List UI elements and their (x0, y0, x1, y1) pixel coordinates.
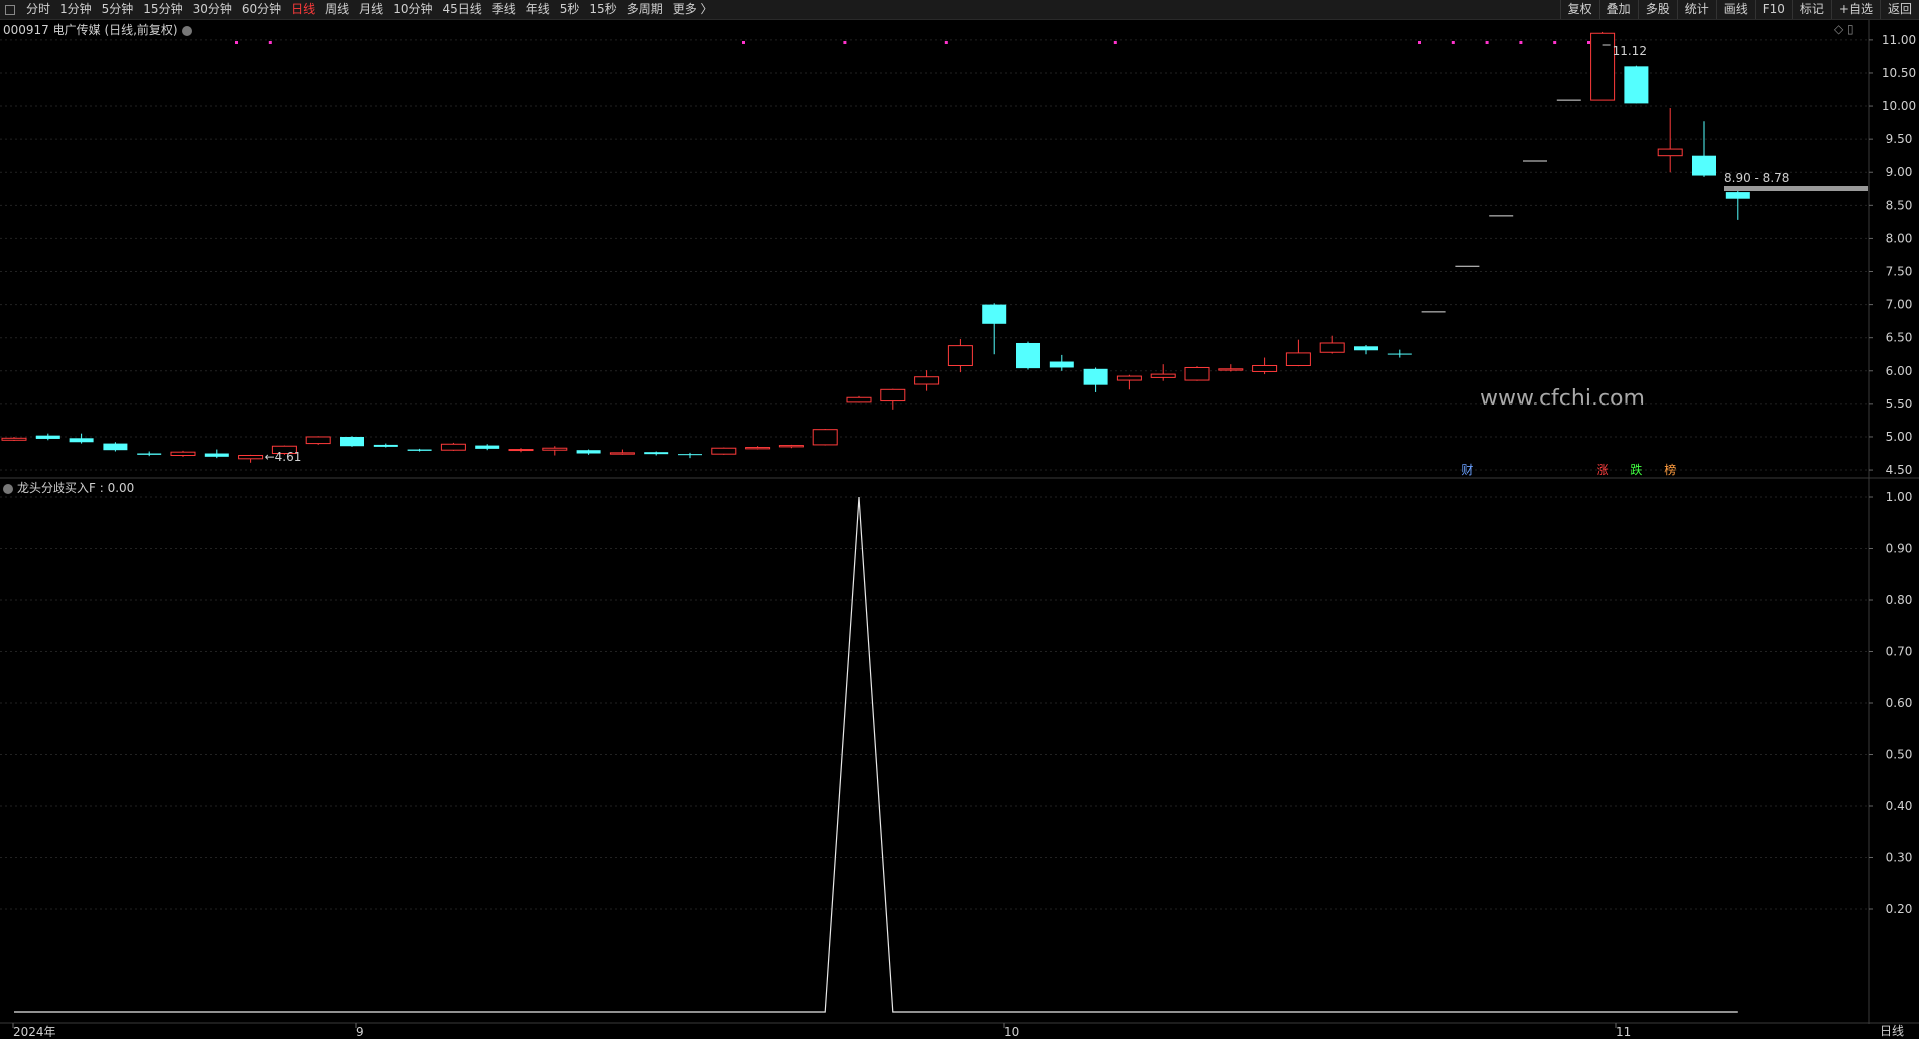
y-tick-label: 0.80 (1886, 593, 1913, 607)
x-tick-label: 9 (356, 1025, 364, 1037)
candle-body (508, 449, 534, 452)
candle-body (69, 438, 94, 443)
candle-body (1354, 346, 1378, 351)
y-tick-label: 10.00 (1882, 99, 1916, 113)
x-tick-label: 10 (1004, 1025, 1019, 1037)
candle-body (1590, 32, 1616, 101)
y-tick-label: 1.00 (1886, 490, 1913, 504)
signal-dot (1519, 41, 1523, 44)
candle-body (1, 437, 27, 441)
price-range-band (1724, 186, 1868, 191)
candle-body (1150, 373, 1176, 378)
x-tick-label: 2024年 (13, 1025, 56, 1037)
signal-dot (1113, 41, 1117, 44)
candle-body (137, 453, 162, 455)
candle-body (644, 452, 669, 455)
chart-canvas[interactable]: 11.12 ←4.61 8.90 - 8.78 财 涨 跌 榜 11.00 10.50 10.0… (0, 0, 1919, 1037)
candle-body (373, 444, 398, 447)
y-tick-label: 10.50 (1882, 66, 1916, 80)
y-tick-label: 7.00 (1886, 298, 1913, 312)
signal-dot (1553, 41, 1557, 44)
candle-body (238, 454, 264, 460)
signal-dot (268, 41, 272, 44)
signal-dot (1485, 41, 1489, 44)
signal-dot (843, 41, 847, 44)
candle-body (1285, 352, 1311, 366)
y-tick-label: 0.60 (1886, 696, 1913, 710)
candle-body (609, 452, 635, 455)
candle-body (947, 345, 973, 366)
candle-body (305, 436, 331, 445)
signal-dot (1451, 41, 1455, 44)
candle-body (711, 447, 737, 455)
candle-body (1016, 342, 1040, 369)
candle-body (1252, 364, 1278, 372)
candle-body (1725, 192, 1750, 199)
y-tick-label: 6.00 (1886, 364, 1913, 378)
candle-body (1184, 366, 1210, 381)
signal-dot (1418, 41, 1421, 44)
candle-body (678, 454, 702, 456)
candle-body (475, 445, 500, 449)
y-tick-label: 11.00 (1882, 33, 1916, 47)
y-tick-label: 8.50 (1886, 198, 1913, 212)
candle-body (1218, 368, 1244, 371)
candle-body (542, 447, 568, 451)
candle-body (440, 443, 466, 451)
candle-body (576, 450, 601, 454)
candle-body (204, 453, 229, 457)
event-marker: 跌 (1630, 462, 1642, 477)
candle-body (35, 435, 60, 439)
x-tick-label: 11 (1616, 1025, 1631, 1037)
y-tick-label: 6.50 (1886, 331, 1913, 345)
signal-dot (235, 41, 238, 44)
y-tick-label: 0.50 (1886, 748, 1913, 762)
signal-dot (944, 41, 948, 44)
y-tick-label: 0.30 (1886, 851, 1913, 865)
candle-body (1116, 375, 1142, 381)
event-marker: 榜 (1664, 462, 1676, 477)
candle-body (170, 451, 196, 456)
price-range-label: 8.90 - 8.78 (1724, 171, 1789, 185)
event-marker: 涨 (1597, 462, 1609, 477)
candle-body (1319, 342, 1345, 353)
signal-dot (742, 41, 745, 44)
candle-body (1624, 66, 1649, 104)
candle-body (340, 436, 364, 447)
candle-body (1657, 148, 1683, 157)
y-tick-label: 0.90 (1886, 542, 1913, 556)
candle-body (982, 304, 1007, 324)
candle-body (103, 443, 128, 451)
y-tick-label: 0.40 (1886, 799, 1913, 813)
y-tick-label: 8.00 (1886, 231, 1913, 245)
candle-body (914, 376, 940, 385)
candle-body (1692, 155, 1716, 176)
y-tick-label: 9.00 (1886, 165, 1913, 179)
candle-body (1049, 361, 1074, 368)
candle-body (846, 396, 872, 403)
y-tick-label: 0.20 (1886, 902, 1913, 916)
candle-body (812, 429, 838, 446)
low-price-label: ←4.61 (265, 450, 302, 464)
signal-dot (1587, 41, 1590, 44)
y-tick-label: 5.50 (1886, 397, 1913, 411)
y-tick-label: 0.70 (1886, 645, 1913, 659)
candle-body (745, 447, 771, 450)
candle-body (407, 449, 432, 451)
candle-body (880, 388, 906, 402)
y-tick-label: 9.50 (1886, 132, 1913, 146)
indicator-line (14, 496, 1738, 1013)
event-marker: 财 (1461, 463, 1473, 477)
candle-body (778, 445, 804, 448)
candle-body (1083, 368, 1108, 385)
y-tick-label: 7.50 (1886, 265, 1913, 279)
high-price-label: 11.12 (1613, 44, 1647, 58)
y-tick-label: 5.00 (1886, 430, 1913, 444)
y-tick-label: 4.50 (1886, 463, 1913, 477)
candle-body (1387, 353, 1412, 355)
